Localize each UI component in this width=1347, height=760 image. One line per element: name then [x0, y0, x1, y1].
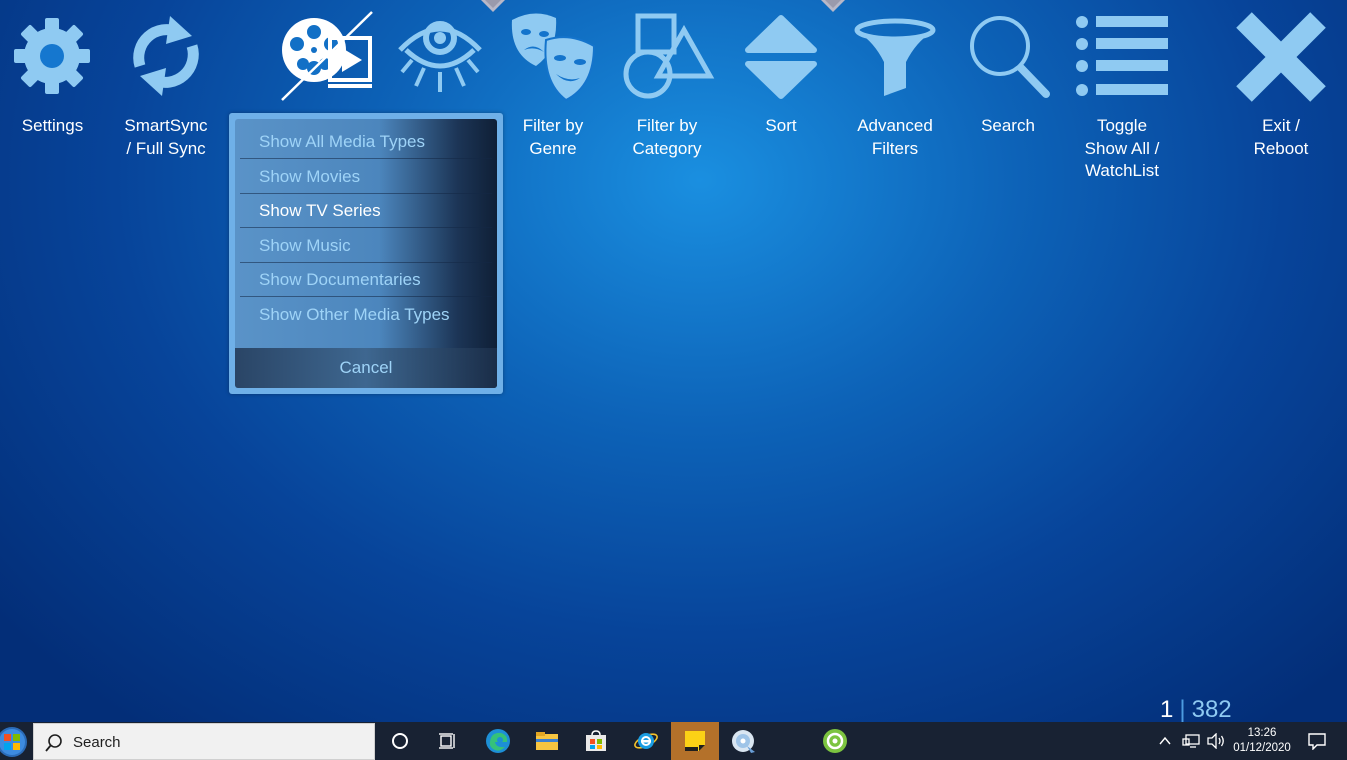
exit-reboot-label: Exit / Reboot [1253, 116, 1309, 158]
media-app-button[interactable] [720, 722, 768, 760]
smartsync-label: SmartSync / Full Sync [124, 116, 208, 158]
menu-item-movies[interactable]: Show Movies [240, 160, 492, 194]
task-view-button[interactable] [424, 722, 472, 760]
cortana-button[interactable] [376, 722, 424, 760]
windows-taskbar: Search 13:26 01/12/2020 [0, 722, 1347, 760]
sort-button[interactable]: Sort [730, 0, 832, 150]
menu-item-tv-series[interactable]: Show TV Series [240, 194, 492, 228]
advanced-filters-button[interactable]: Advanced Filters [842, 0, 948, 170]
cancel-button[interactable]: Cancel [235, 348, 497, 388]
taskbar-search-box[interactable]: Search [33, 723, 375, 760]
search-icon [45, 734, 62, 752]
media-type-menu: Show All Media Types Show Movies Show TV… [229, 113, 503, 394]
taskbar-search-placeholder: Search [73, 734, 121, 751]
close-icon [1236, 12, 1326, 102]
notification-center-icon[interactable] [1307, 732, 1327, 750]
store-button[interactable] [572, 722, 620, 760]
store-bag-icon [586, 730, 606, 751]
exit-reboot-button[interactable]: Exit / Reboot [1228, 0, 1334, 170]
disc-icon [732, 730, 755, 753]
filter-category-label: Filter by Category [632, 116, 702, 158]
edge-button[interactable] [474, 722, 522, 760]
sync-icon [133, 16, 199, 96]
list-icon [1076, 16, 1168, 96]
cortana-circle-icon [392, 733, 408, 749]
volume-icon[interactable] [1206, 733, 1226, 749]
funnel-icon [854, 18, 936, 96]
clock-date: 01/12/2020 [1233, 742, 1291, 754]
total-item-count: 382 [1191, 696, 1232, 723]
media-type-menu-panel: Show All Media Types Show Movies Show TV… [235, 119, 497, 388]
sticky-notes-button[interactable] [671, 722, 719, 760]
filter-genre-button[interactable]: Filter by Genre [500, 0, 606, 170]
toggle-watchlist-button[interactable]: Toggle Show All / WatchList [1068, 0, 1176, 190]
theater-masks-icon [511, 13, 596, 102]
edge-icon [486, 729, 510, 753]
green-swirl-icon [823, 729, 847, 753]
search-button[interactable]: Search [956, 0, 1060, 150]
clock-time: 13:26 [1247, 727, 1277, 739]
clock[interactable]: 13:26 01/12/2020 [1230, 726, 1294, 756]
green-app-button[interactable] [811, 722, 859, 760]
menu-item-documentaries[interactable]: Show Documentaries [240, 263, 492, 297]
menu-item-other-media[interactable]: Show Other Media Types [240, 298, 492, 332]
toggle-watchlist-label: Toggle Show All / WatchList [1084, 116, 1160, 180]
start-orb-icon[interactable] [0, 722, 32, 760]
pager-separator: | [1179, 696, 1186, 723]
sort-label: Sort [765, 116, 797, 135]
filter-category-button[interactable]: Filter by Category [614, 0, 720, 170]
smartsync-button[interactable]: SmartSync / Full Sync [113, 0, 219, 170]
magnifier-icon [970, 16, 1050, 98]
toolbar: Settings SmartSync / Full Sync Filter by… [0, 0, 1347, 200]
gear-icon [14, 18, 90, 94]
film-reel-icon [281, 11, 373, 101]
sticky-note-icon [685, 731, 705, 751]
task-view-icon [439, 733, 455, 749]
settings-label: Settings [21, 116, 84, 135]
file-explorer-button[interactable] [523, 722, 571, 760]
settings-button[interactable]: Settings [0, 0, 105, 150]
menu-item-music[interactable]: Show Music [240, 229, 492, 263]
advanced-filters-label: Advanced Filters [857, 116, 933, 158]
sort-icon [745, 15, 817, 99]
filter-genre-label: Filter by Genre [522, 116, 584, 158]
search-label: Search [981, 116, 1035, 135]
shapes-icon [623, 13, 715, 99]
media-type-button[interactable] [275, 0, 380, 105]
show-hidden-icons-chevron-icon[interactable] [1158, 735, 1172, 747]
network-icon[interactable] [1181, 733, 1201, 749]
internet-explorer-button[interactable] [622, 722, 670, 760]
folder-icon [536, 732, 558, 750]
internet-explorer-icon [634, 733, 658, 749]
eye-icon [398, 21, 482, 92]
current-item-number: 1 [1160, 696, 1174, 723]
menu-item-all-media[interactable]: Show All Media Types [240, 125, 492, 159]
watched-filter-button[interactable] [390, 0, 490, 105]
